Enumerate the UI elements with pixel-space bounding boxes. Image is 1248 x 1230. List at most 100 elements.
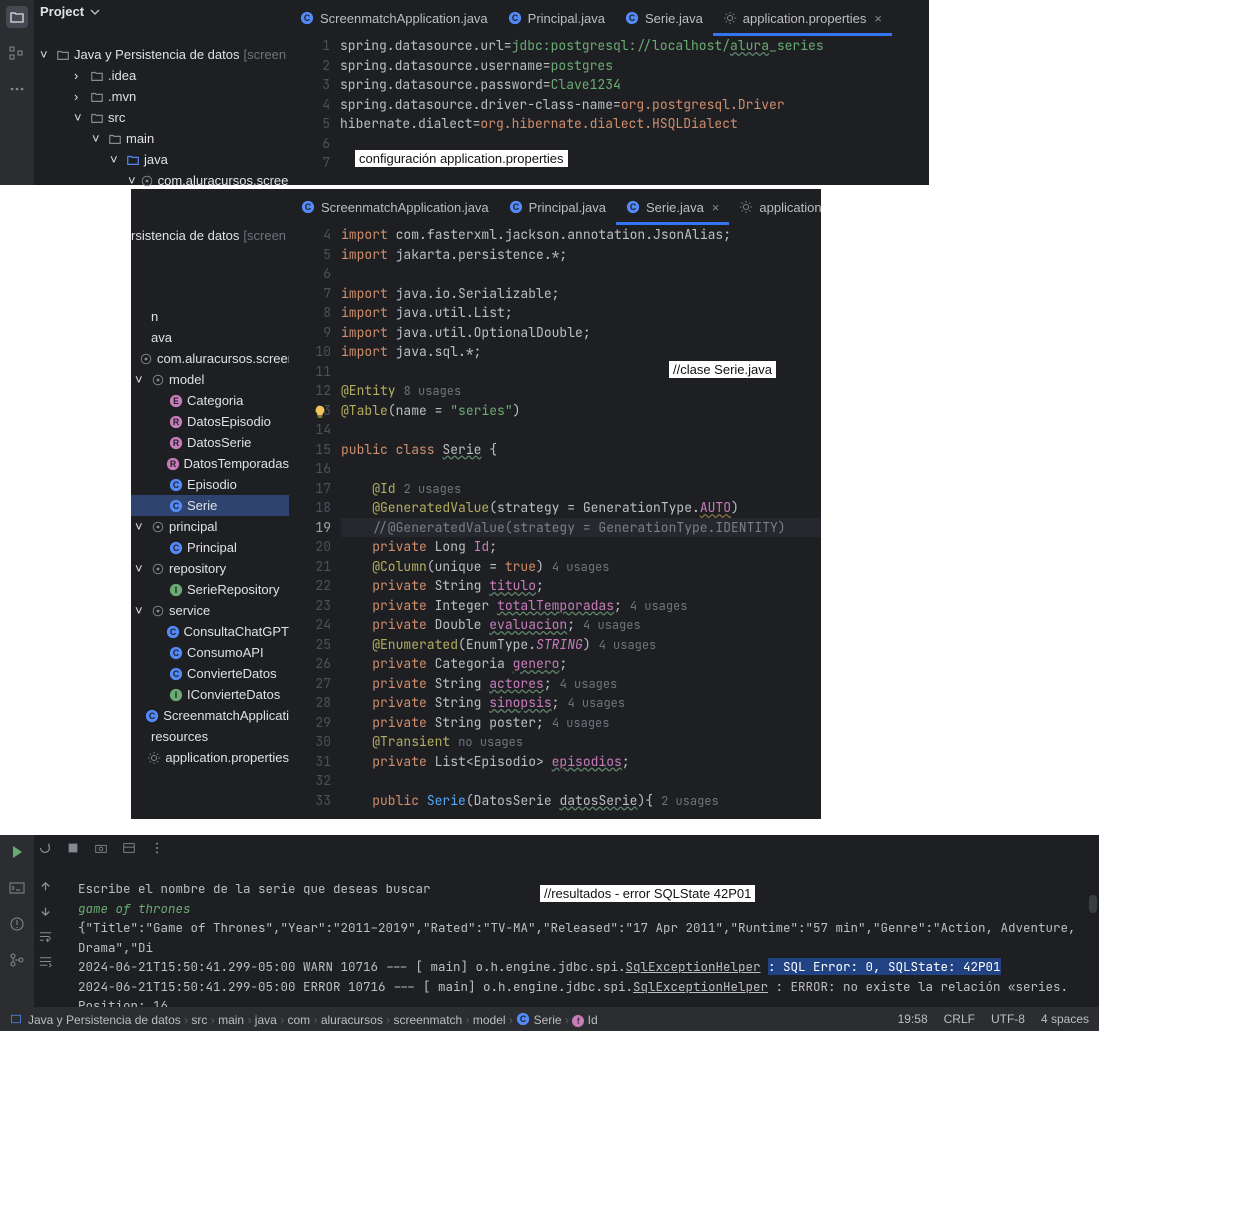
- structure-tool-icon[interactable]: [6, 42, 28, 64]
- down-icon[interactable]: [38, 904, 53, 919]
- class-icon: C: [169, 541, 183, 555]
- tree-item[interactable]: ˅java: [40, 149, 288, 170]
- tab-serie-java[interactable]: CSerie.java: [615, 2, 713, 34]
- caret-position[interactable]: 19:58: [898, 1012, 928, 1026]
- tree-item[interactable]: ava: [131, 327, 289, 348]
- tree-item[interactable]: RDatosTemporadas: [131, 453, 289, 474]
- tree-item[interactable]: resources: [131, 726, 289, 747]
- svg-text:C: C: [173, 543, 180, 553]
- tab-label: Serie.java: [646, 200, 704, 215]
- svg-text:E: E: [173, 396, 179, 406]
- breadcrumb-item[interactable]: src: [191, 1013, 207, 1027]
- pkg-icon: [151, 520, 165, 534]
- project-header[interactable]: Project: [40, 4, 100, 19]
- field-icon: f: [572, 1015, 584, 1027]
- breadcrumb-item[interactable]: Serie: [534, 1013, 562, 1027]
- tree-root[interactable]: ˅Java y Persistencia de datos [screen: [40, 44, 288, 65]
- tree-item[interactable]: ›.idea: [40, 65, 288, 86]
- tree-item[interactable]: ˅principal: [131, 516, 289, 537]
- rerun-icon[interactable]: [38, 841, 52, 855]
- stop-icon[interactable]: [66, 841, 80, 855]
- tree-item[interactable]: CSerie: [131, 495, 289, 516]
- tree-item[interactable]: RDatosSerie: [131, 432, 289, 453]
- intention-bulb-icon[interactable]: [313, 405, 327, 419]
- class-icon: C: [625, 11, 639, 25]
- tab-application[interactable]: application: [729, 191, 831, 223]
- svg-text:C: C: [173, 648, 180, 658]
- indent[interactable]: 4 spaces: [1041, 1012, 1089, 1026]
- svg-text:C: C: [520, 1014, 527, 1024]
- breadcrumb-item[interactable]: aluracursos: [321, 1013, 383, 1027]
- more-icon[interactable]: [150, 841, 164, 855]
- tree-item[interactable]: RDatosEpisodio: [131, 411, 289, 432]
- problems-icon[interactable]: [6, 913, 28, 935]
- more-tool-icon[interactable]: [6, 78, 28, 100]
- class-icon: C: [508, 11, 522, 25]
- tab-application-properties[interactable]: application.properties×: [713, 2, 892, 34]
- line-separator[interactable]: CRLF: [944, 1012, 975, 1026]
- tree-item[interactable]: application.properties: [131, 747, 289, 768]
- tree-item[interactable]: ˅main: [40, 128, 288, 149]
- enum-icon: E: [169, 394, 183, 408]
- annotation-overlay: //clase Serie.java: [669, 361, 776, 378]
- scrollbar-thumb[interactable]: [1089, 895, 1097, 913]
- tree-item[interactable]: IIConvierteDatos: [131, 684, 289, 705]
- record-icon: R: [169, 415, 183, 429]
- tab-screenmatchapplication-java[interactable]: CScreenmatchApplication.java: [290, 2, 498, 34]
- project-tool-icon[interactable]: [6, 6, 28, 28]
- play-icon[interactable]: [6, 841, 28, 863]
- breadcrumb-item[interactable]: screenmatch: [394, 1013, 463, 1027]
- breadcrumb-item[interactable]: com: [287, 1013, 310, 1027]
- file-encoding[interactable]: UTF-8: [991, 1012, 1025, 1026]
- tab-principal-java[interactable]: CPrincipal.java: [499, 191, 616, 223]
- tree-item[interactable]: ˅repository: [131, 558, 289, 579]
- svg-text:C: C: [305, 202, 312, 212]
- breadcrumb-item[interactable]: Java y Persistencia de datos: [28, 1013, 181, 1027]
- pkg-icon: [139, 352, 153, 366]
- terminal-icon[interactable]: [6, 877, 28, 899]
- wrap-icon[interactable]: [38, 929, 53, 944]
- tree-item[interactable]: CEpisodio: [131, 474, 289, 495]
- tree-item[interactable]: CConvierteDatos: [131, 663, 289, 684]
- breadcrumb-item[interactable]: java: [255, 1013, 277, 1027]
- breadcrumb-item[interactable]: Id: [588, 1013, 598, 1027]
- project-tree[interactable]: ˅Java y Persistencia de datos [screen›.i…: [40, 44, 288, 191]
- tree-item[interactable]: CConsultaChatGPT: [131, 621, 289, 642]
- tree-item[interactable]: CScreenmatchApplicati: [131, 705, 289, 726]
- gear-icon: [739, 200, 753, 214]
- tree-item[interactable]: n: [131, 306, 289, 327]
- class-icon: C: [169, 478, 183, 492]
- console-toolbar: [38, 835, 164, 861]
- tab-label: Principal.java: [528, 11, 605, 26]
- svg-text:C: C: [173, 501, 180, 511]
- tree-item[interactable]: ˅service: [131, 600, 289, 621]
- java-editor[interactable]: 4567891011121314151617181920212223242526…: [291, 225, 821, 819]
- class-icon: C: [169, 646, 183, 660]
- breadcrumb-item[interactable]: model: [473, 1013, 506, 1027]
- tree-item[interactable]: ISerieRepository: [131, 579, 289, 600]
- tree-item[interactable]: ˅src: [40, 107, 288, 128]
- scroll-end-icon[interactable]: [38, 954, 53, 969]
- iface-icon: I: [169, 583, 183, 597]
- git-icon[interactable]: [6, 949, 28, 971]
- layout-icon[interactable]: [122, 841, 136, 855]
- tree-item[interactable]: CConsumoAPI: [131, 642, 289, 663]
- record-icon: R: [169, 436, 183, 450]
- up-icon[interactable]: [38, 879, 53, 894]
- tree-item[interactable]: ECategoria: [131, 390, 289, 411]
- tree-item[interactable]: ›.mvn: [40, 86, 288, 107]
- tree-item[interactable]: ˅model: [131, 369, 289, 390]
- tree-item[interactable]: ˅com.aluracursos.screenm: [40, 170, 288, 191]
- svg-text:C: C: [173, 669, 180, 679]
- project-tree-fragment[interactable]: rsistencia de datos [screennavacom.alura…: [131, 225, 289, 768]
- tab-screenmatchapplication-java[interactable]: CScreenmatchApplication.java: [291, 191, 499, 223]
- tab-principal-java[interactable]: C Principal.java: [498, 2, 615, 34]
- close-icon[interactable]: ×: [874, 11, 882, 26]
- breadcrumb-item[interactable]: main: [218, 1013, 244, 1027]
- close-icon[interactable]: ×: [712, 200, 720, 215]
- camera-icon[interactable]: [94, 841, 108, 855]
- tab-serie-java[interactable]: CSerie.java×: [616, 191, 729, 223]
- tree-item[interactable]: CPrincipal: [131, 537, 289, 558]
- folder-icon: [90, 111, 104, 125]
- tree-item[interactable]: com.aluracursos.screenm: [131, 348, 289, 369]
